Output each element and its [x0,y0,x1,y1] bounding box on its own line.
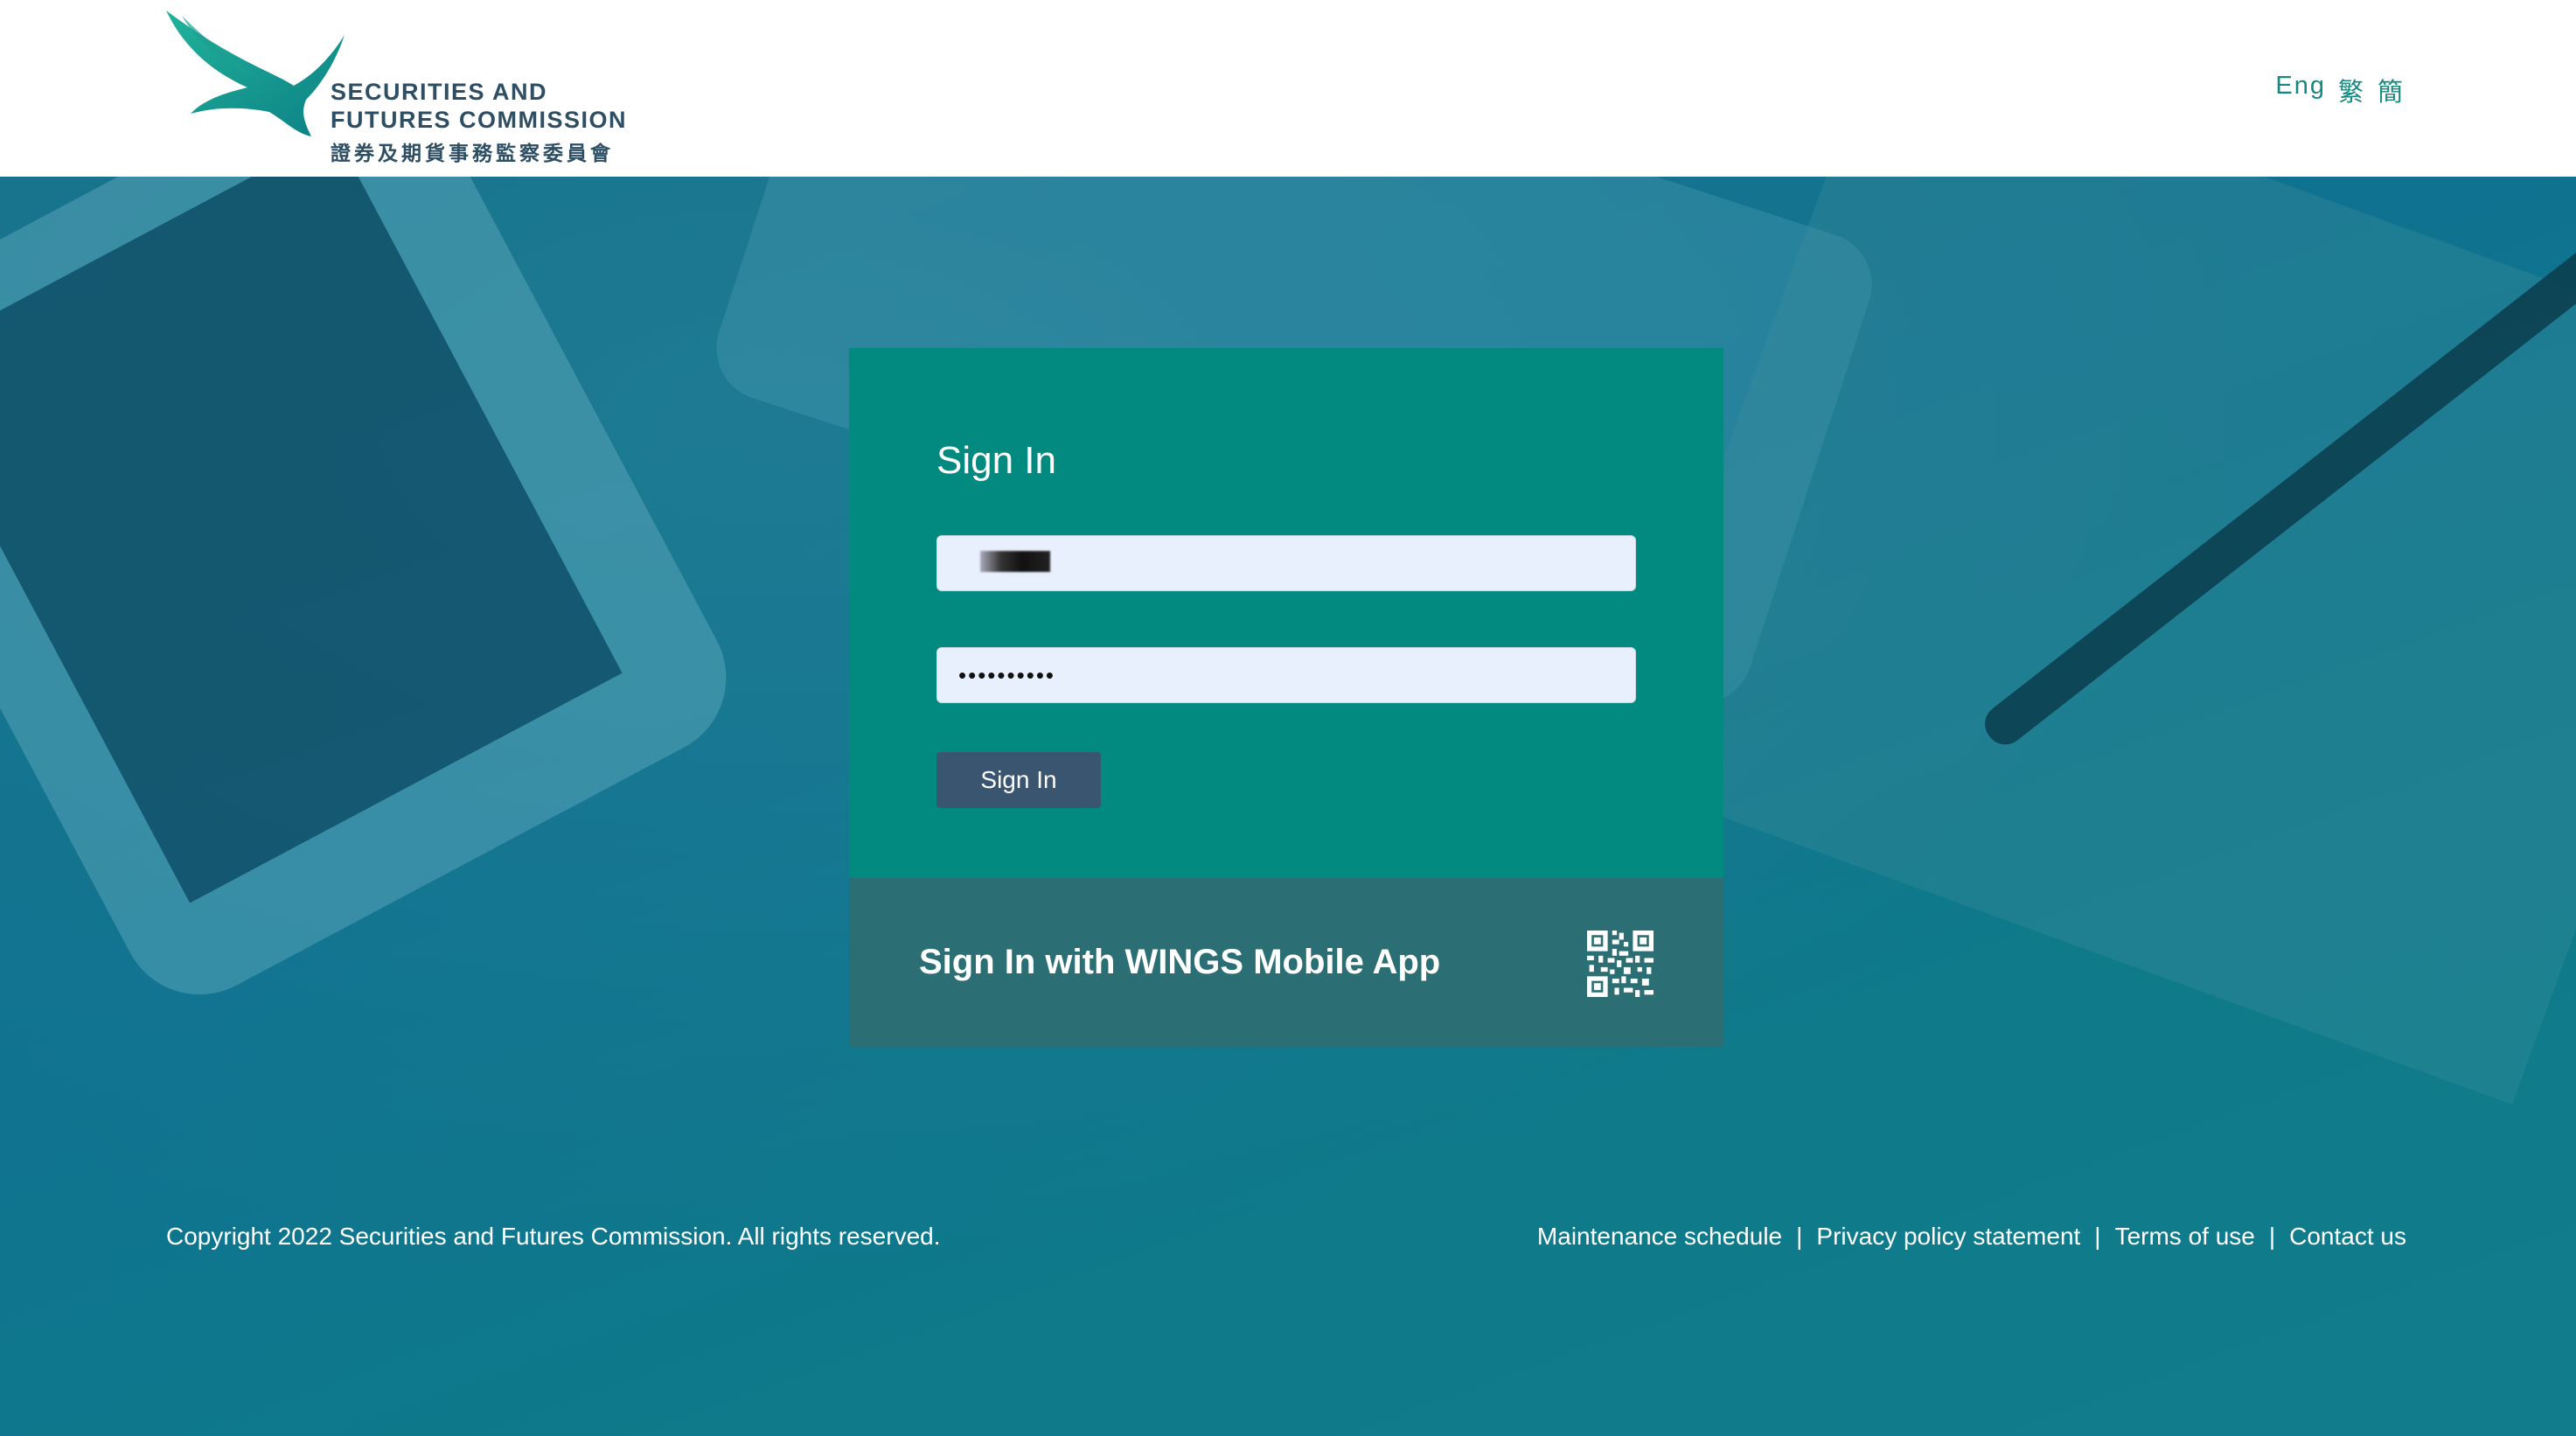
footer-links: Maintenance schedule | Privacy policy st… [1537,1223,2406,1251]
language-switcher: Eng 繁 簡 [2275,72,2405,108]
site-header: SECURITIES AND FUTURES COMMISSION 證券及期貨事… [0,0,2576,177]
wings-signin-label: Sign In with WINGS Mobile App [919,943,1441,981]
sfc-logo[interactable]: SECURITIES AND FUTURES COMMISSION 證券及期貨事… [164,9,637,164]
wings-mobile-signin[interactable]: Sign In with WINGS Mobile App [849,878,1723,1048]
lang-english[interactable]: Eng [2275,72,2326,108]
footer-separator: | [2268,1223,2276,1250]
eagle-logo-icon [166,10,345,136]
sign-in-button[interactable]: Sign In [936,752,1101,808]
sign-in-card: Sign In Sign In [849,348,1723,878]
link-privacy-policy[interactable]: Privacy policy statement [1816,1223,2080,1251]
footer-separator: | [2094,1223,2101,1250]
logo-text-line1: SECURITIES AND [331,79,548,105]
logo-text-chinese: 證券及期貨事務監察委員會 [331,142,614,164]
copyright-text: Copyright 2022 Securities and Futures Co… [166,1223,941,1250]
sign-in-title: Sign In [936,439,1056,482]
footer-separator: | [1796,1223,1803,1250]
qr-code-icon[interactable] [1587,931,1654,997]
lang-simplified-chinese[interactable]: 簡 [2378,72,2405,108]
redacted-username [980,551,1050,572]
link-terms-of-use[interactable]: Terms of use [2115,1223,2255,1251]
logo-text-line2: FUTURES COMMISSION [331,107,628,133]
password-input[interactable] [936,647,1636,703]
lang-traditional-chinese[interactable]: 繁 [2338,72,2365,108]
link-contact-us[interactable]: Contact us [2289,1223,2406,1251]
link-maintenance-schedule[interactable]: Maintenance schedule [1537,1223,1782,1251]
